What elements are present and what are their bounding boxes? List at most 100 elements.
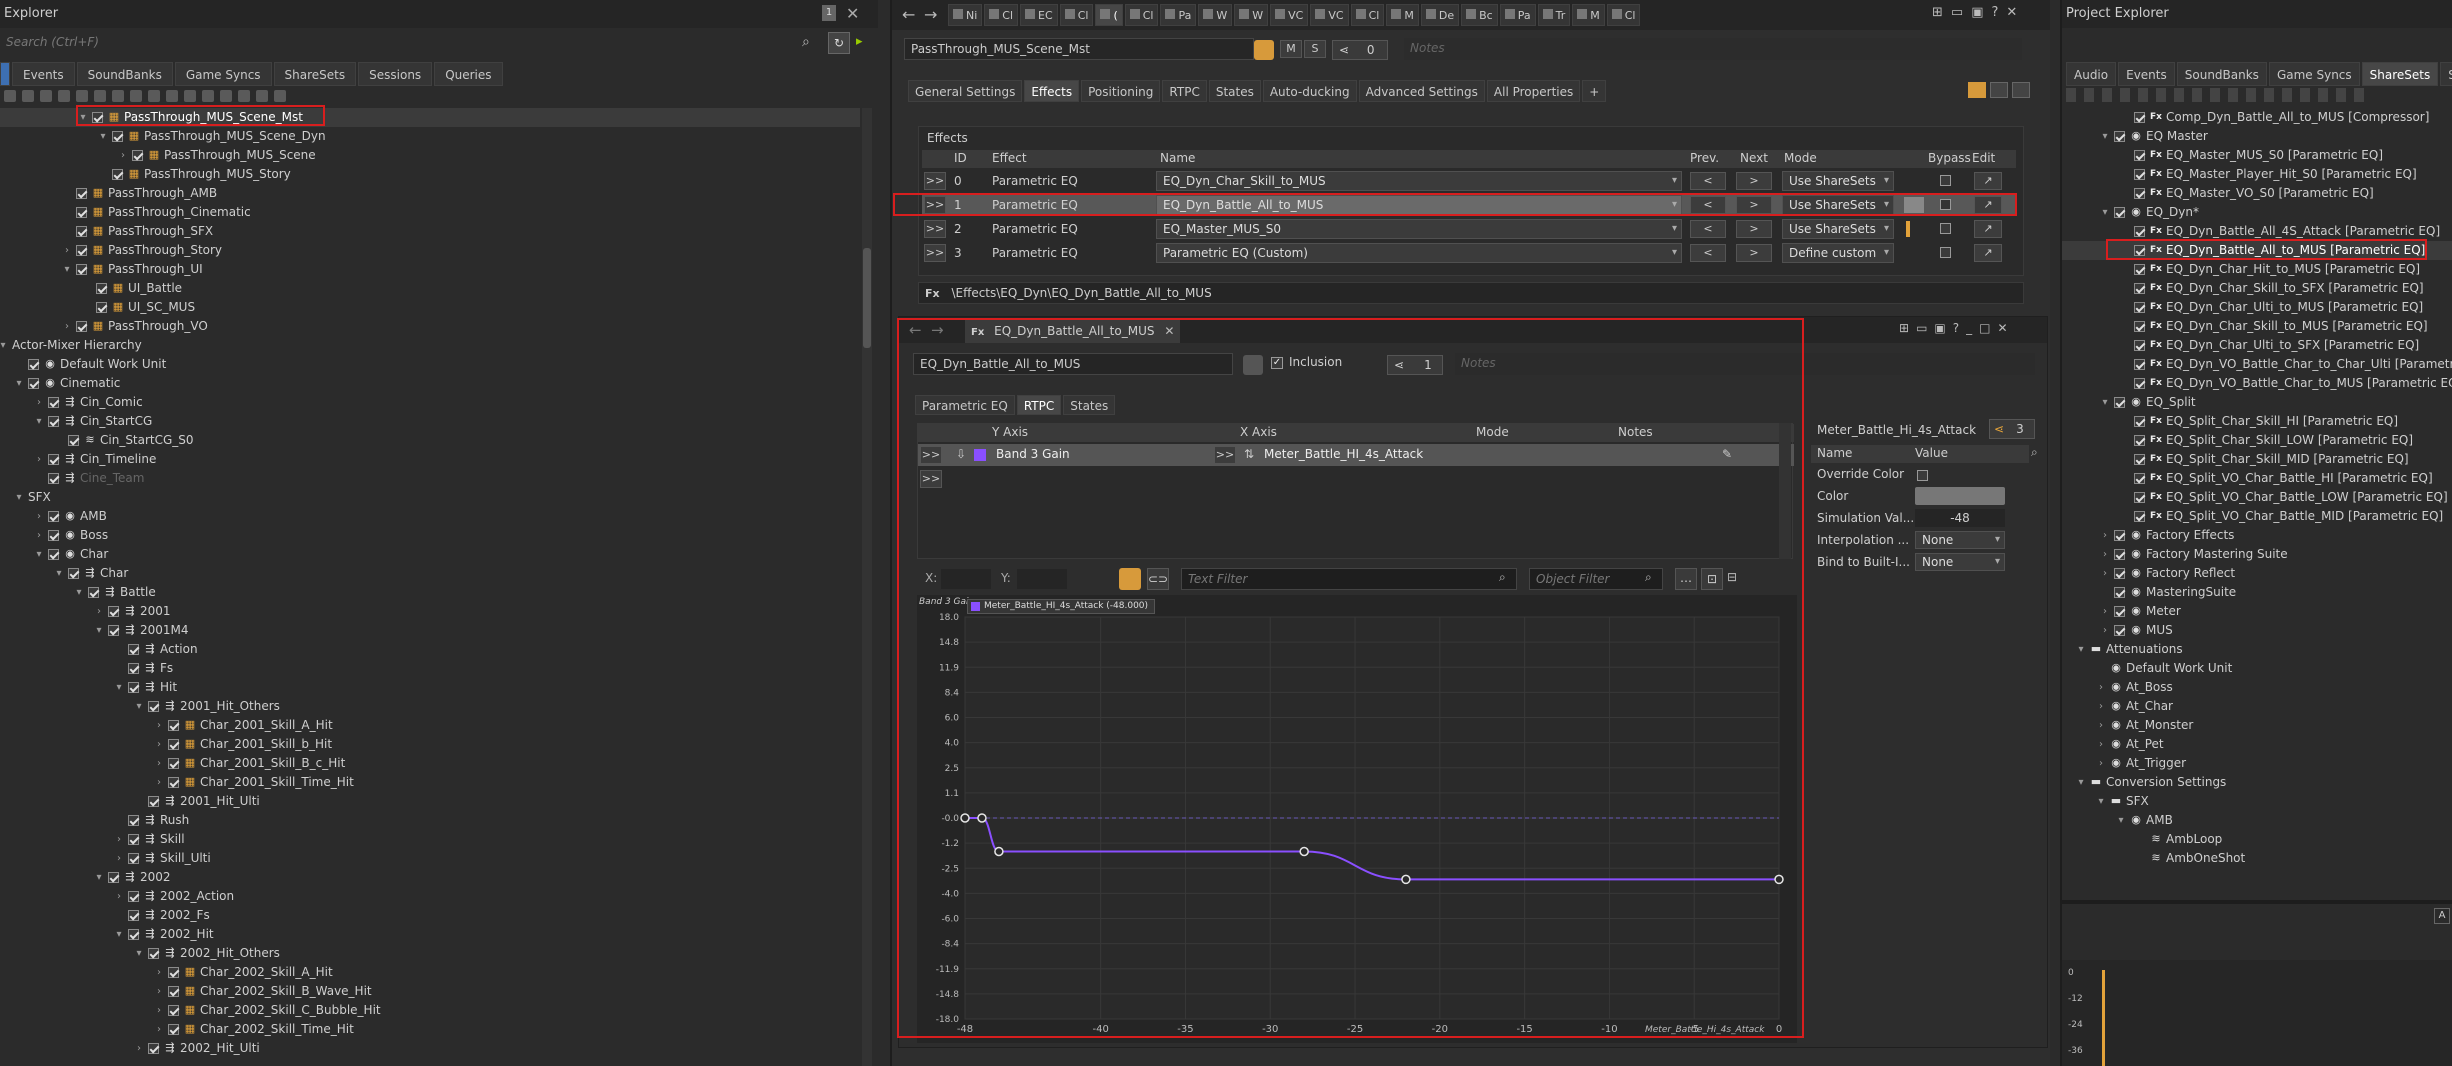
right-tab-5[interactable]: Sessions: [2440, 62, 2452, 86]
editor-notes-field[interactable]: Notes: [1455, 353, 2035, 375]
expand-arrow-icon[interactable]: ›: [2100, 545, 2110, 564]
tree-item[interactable]: ▾ ◉ EQ Master: [2062, 127, 2452, 146]
include-checkbox[interactable]: [76, 207, 87, 218]
include-checkbox[interactable]: [2134, 416, 2145, 427]
toolbar-icon-4[interactable]: [76, 90, 88, 102]
tree-item[interactable]: ▦ PassThrough_Cinematic: [0, 203, 860, 222]
include-checkbox[interactable]: [2134, 245, 2145, 256]
include-checkbox[interactable]: [2134, 359, 2145, 370]
tree-item[interactable]: ▾ ▬ Conversion Settings: [2062, 773, 2452, 792]
tree-item[interactable]: Fx EQ_Split_VO_Char_Battle_MID [Parametri…: [2062, 507, 2452, 526]
tree-item[interactable]: › ▦ PassThrough_VO: [0, 317, 860, 336]
tree-item[interactable]: ≋ Cin_StartCG_S0: [0, 431, 860, 450]
expand-arrow-icon[interactable]: ›: [114, 830, 124, 849]
tree-item[interactable]: ≋ AmbOneShot: [2062, 849, 2452, 868]
simulation-value-field[interactable]: -48: [1915, 509, 2005, 527]
expand-arrow-icon[interactable]: ›: [154, 754, 164, 773]
editor-maximize-icon[interactable]: □: [1979, 321, 1997, 335]
effect-picker-button[interactable]: >>: [924, 220, 946, 238]
right-tab-3[interactable]: Game Syncs: [2268, 62, 2360, 86]
tree-item[interactable]: Fx EQ_Dyn_Battle_All_4S_Attack [Parametri…: [2062, 222, 2452, 241]
expand-arrow-icon[interactable]: ›: [154, 1001, 164, 1020]
include-checkbox[interactable]: [2114, 397, 2125, 408]
x-coord-field[interactable]: [941, 569, 991, 589]
expand-arrow-icon[interactable]: ›: [94, 602, 104, 621]
include-checkbox[interactable]: [112, 169, 123, 180]
right-bottom-search-icon[interactable]: A: [2434, 908, 2450, 924]
effects-row[interactable]: >> 0 Parametric EQ EQ_Dyn_Char_Skill_to_MUS…: [922, 170, 2016, 192]
tree-item[interactable]: ▦ UI_SC_MUS: [0, 298, 860, 317]
include-checkbox[interactable]: [48, 549, 59, 560]
object-filter-input[interactable]: Object Filter: [1529, 568, 1663, 590]
include-checkbox[interactable]: [2134, 112, 2145, 123]
expand-arrow-icon[interactable]: ›: [154, 982, 164, 1001]
include-checkbox[interactable]: [96, 283, 107, 294]
expand-arrow-icon[interactable]: ›: [2096, 697, 2106, 716]
left-scrollbar-thumb[interactable]: [863, 248, 871, 348]
include-checkbox[interactable]: [2134, 435, 2145, 446]
tree-item[interactable]: ▾ ◉ AMB: [2062, 811, 2452, 830]
tree-item[interactable]: Fx Comp_Dyn_Battle_All_to_MUS [Compressor…: [2062, 108, 2452, 127]
toolbar-icon-3[interactable]: [58, 90, 70, 102]
collapse-arrow-icon[interactable]: ▾: [94, 868, 104, 887]
doc-tab-17[interactable]: M: [1572, 4, 1605, 26]
tree-item[interactable]: › ▦ PassThrough_MUS_Scene: [0, 146, 860, 165]
tree-item[interactable]: Fx EQ_Master_MUS_S0 [Parametric EQ]: [2062, 146, 2452, 165]
include-checkbox[interactable]: [48, 454, 59, 465]
collapse-arrow-icon[interactable]: ▾: [2076, 640, 2086, 659]
rtpc-scrollbar[interactable]: [1779, 423, 1791, 559]
collapse-arrow-icon[interactable]: ▾: [2100, 393, 2110, 412]
collapse-arrow-icon[interactable]: ▾: [98, 127, 108, 146]
side-value-combo[interactable]: None: [1915, 531, 2005, 549]
tree-item[interactable]: ⇶ Rush: [0, 811, 860, 830]
property-tab-4[interactable]: States: [1208, 80, 1261, 102]
doc-tab-1[interactable]: Cl: [984, 4, 1019, 26]
property-tab-5[interactable]: Auto-ducking: [1262, 80, 1357, 102]
edit-effect-button[interactable]: ↗: [1974, 244, 2002, 262]
editor-save-icon[interactable]: ▣: [1934, 321, 1952, 335]
collapse-arrow-icon[interactable]: ▾: [114, 678, 124, 697]
tree-item[interactable]: Fx EQ_Dyn_VO_Battle_Char_to_Char_Ulti [Pa…: [2062, 355, 2452, 374]
collapse-arrow-icon[interactable]: ▾: [14, 488, 24, 507]
left-tab-2[interactable]: Game Syncs: [174, 62, 272, 86]
tree-item[interactable]: ⇶ Fs: [0, 659, 860, 678]
property-tab-7[interactable]: All Properties: [1486, 80, 1581, 102]
doc-tab-10[interactable]: VC: [1310, 4, 1349, 26]
tree-item[interactable]: › ⇶ Skill: [0, 830, 860, 849]
notes-field[interactable]: Notes: [1404, 38, 2022, 60]
right-tab-2[interactable]: SoundBanks: [2176, 62, 2267, 86]
tree-item[interactable]: › ▦ Char_2001_Skill_A_Hit: [0, 716, 860, 735]
search-icon[interactable]: ⌕: [802, 34, 810, 50]
tree-item[interactable]: Fx EQ_Master_VO_S0 [Parametric EQ]: [2062, 184, 2452, 203]
expand-arrow-icon[interactable]: ›: [2096, 678, 2106, 697]
text-filter-search-icon[interactable]: ⌕: [1499, 570, 1506, 585]
tree-item[interactable]: Fx EQ_Split_VO_Char_Battle_HI [Parametric…: [2062, 469, 2452, 488]
effect-picker-button[interactable]: >>: [924, 244, 946, 262]
prev-button[interactable]: <: [1690, 220, 1726, 238]
selected-tree-item[interactable]: Fx EQ_Dyn_Battle_All_to_MUS [Parametric E…: [2062, 241, 2452, 260]
next-button[interactable]: >: [1736, 172, 1772, 190]
rtpc-row[interactable]: >> ⇩ Band 3 Gain >> ⇅ Meter_Battle_HI_4s…: [918, 444, 1794, 466]
include-checkbox[interactable]: [76, 188, 87, 199]
tree-item[interactable]: Fx EQ_Dyn_Char_Ulti_to_SFX [Parametric EQ…: [2062, 336, 2452, 355]
collapse-arrow-icon[interactable]: ▾: [34, 545, 44, 564]
toolbar-icon-7[interactable]: [130, 90, 142, 102]
effect-name-combo[interactable]: EQ_Dyn_Char_Skill_to_MUS: [1156, 171, 1682, 191]
tree-item[interactable]: Fx EQ_Dyn_Char_Hit_to_MUS [Parametric EQ]: [2062, 260, 2452, 279]
toolbar-icon-11[interactable]: [202, 90, 214, 102]
tree-item[interactable]: ◉ Default Work Unit: [0, 355, 860, 374]
expand-arrow-icon[interactable]: ›: [154, 963, 164, 982]
expand-arrow-icon[interactable]: ›: [34, 526, 44, 545]
effect-name-combo[interactable]: EQ_Dyn_Battle_All_to_MUS: [1156, 195, 1682, 215]
tree-item[interactable]: ▾ ▬ Attenuations: [2062, 640, 2452, 659]
include-checkbox[interactable]: [2134, 473, 2145, 484]
toolbar-icon-13[interactable]: [238, 90, 250, 102]
include-checkbox[interactable]: [128, 853, 139, 864]
editor-ref-count[interactable]: ⋖ 1: [1387, 355, 1443, 375]
collapse-arrow-icon[interactable]: ▾: [94, 621, 104, 640]
effects-row[interactable]: >> 2 Parametric EQ EQ_Master_MUS_S0 < > Use Sh…: [922, 218, 2016, 240]
include-checkbox[interactable]: [148, 948, 159, 959]
left-panel-close-icon[interactable]: ✕: [846, 4, 859, 23]
rtpc-pin-icon[interactable]: ⇩: [956, 447, 966, 461]
editor-back-icon[interactable]: ←: [909, 321, 922, 339]
